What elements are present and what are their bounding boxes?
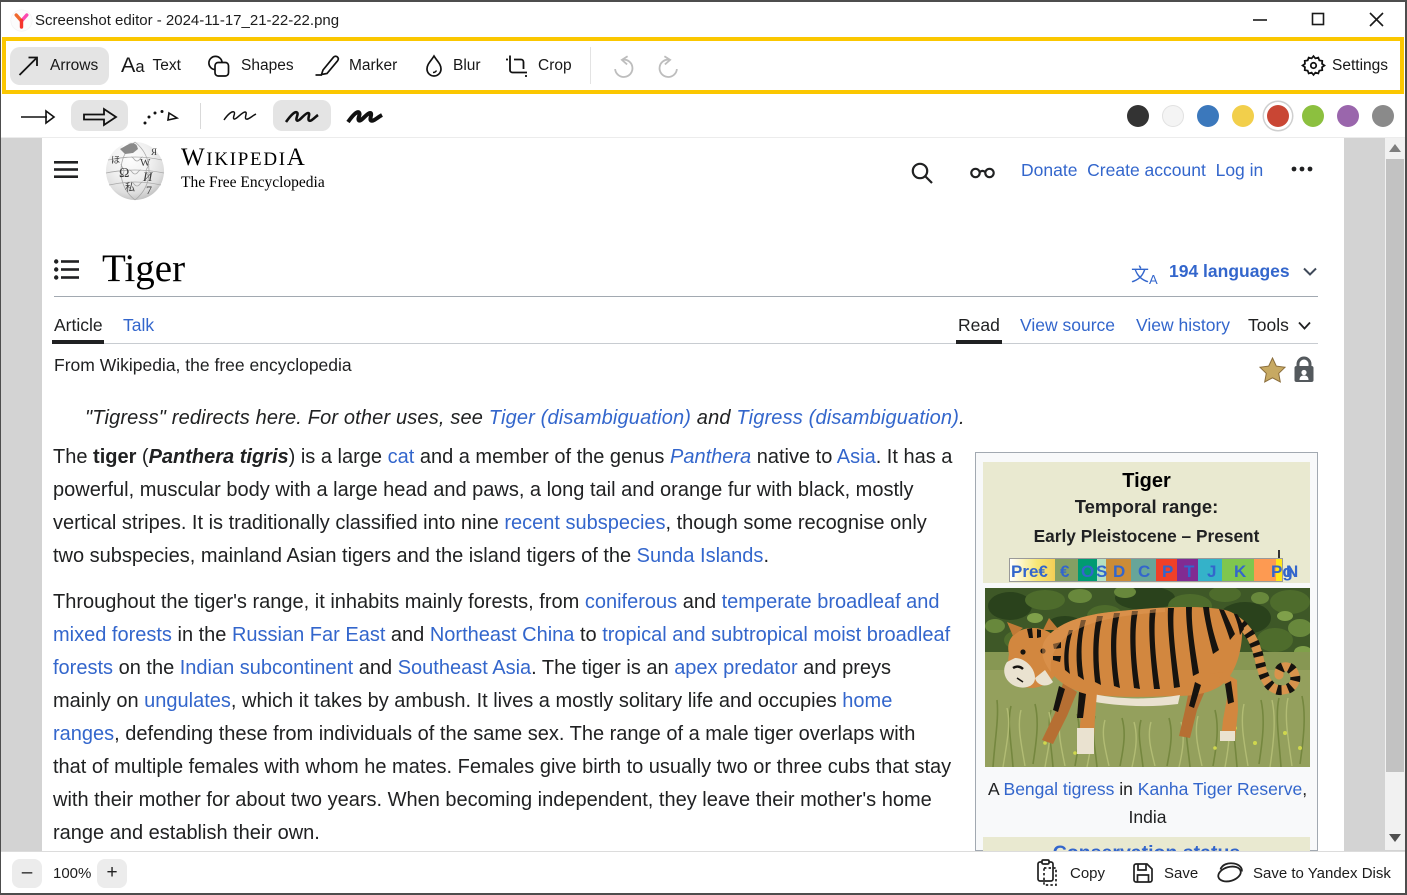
svg-text:ほ: ほ [111, 155, 120, 165]
svg-text:7: 7 [146, 183, 152, 197]
svg-text:私: 私 [125, 182, 135, 194]
svg-text:И: И [142, 169, 153, 184]
svg-text:W: W [140, 157, 151, 169]
svg-text:Ω: Ω [119, 166, 129, 181]
svg-text:Я: Я [151, 147, 157, 157]
